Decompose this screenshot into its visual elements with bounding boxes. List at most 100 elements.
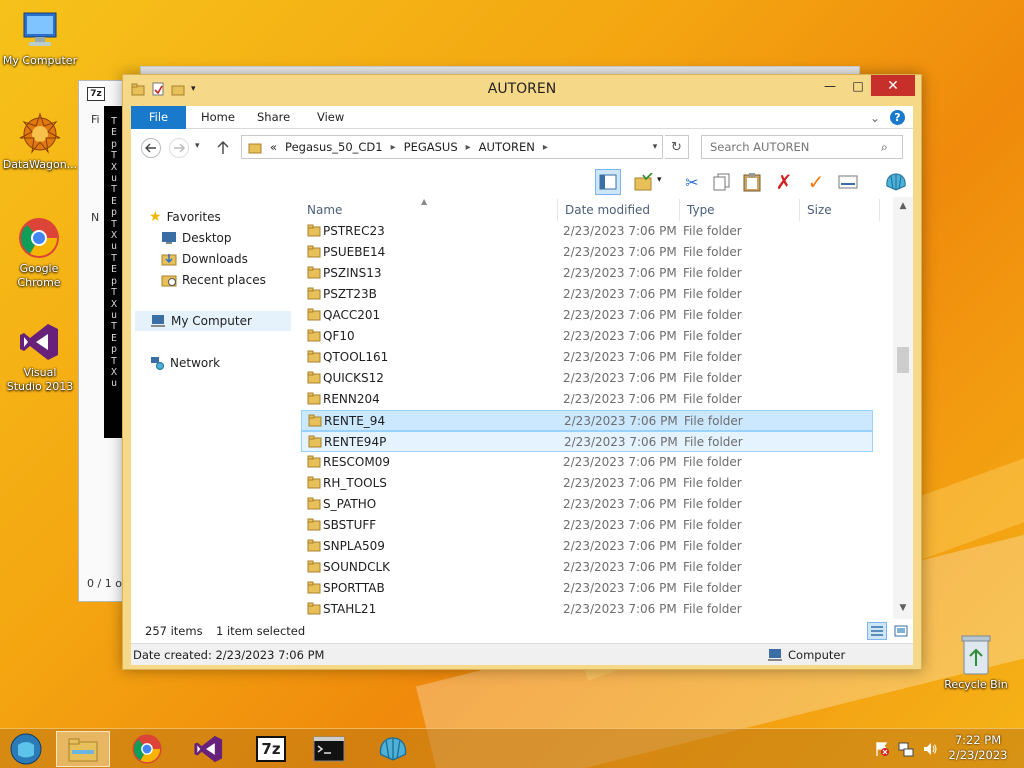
table-row[interactable]: SPORTTAB 2/23/2023 7:06 PM File folder (301, 578, 873, 599)
column-header-date[interactable]: Date modified (565, 203, 650, 217)
scroll-down-icon[interactable]: ▼ (893, 603, 913, 613)
nav-label: Downloads (182, 252, 248, 266)
help-icon[interactable]: ? (890, 110, 905, 125)
cut-button[interactable]: ✂ (679, 169, 705, 195)
taskbar-visual-studio[interactable] (182, 731, 236, 767)
scrollbar-thumb[interactable] (897, 347, 909, 373)
scroll-up-icon[interactable]: ▲ (893, 201, 913, 211)
column-divider[interactable] (879, 199, 880, 221)
close-button[interactable]: ✕ (871, 75, 915, 96)
table-row[interactable]: RENN204 2/23/2023 7:06 PM File folder (301, 389, 873, 410)
breadcrumb-item[interactable]: Pegasus_50_CD1 (285, 140, 383, 154)
minimize-button[interactable]: — (817, 75, 843, 96)
paste-button[interactable] (739, 169, 765, 195)
nav-recent-places[interactable]: Recent places (161, 270, 266, 290)
column-divider[interactable] (557, 199, 558, 221)
column-divider[interactable] (799, 199, 800, 221)
table-row[interactable]: RH_TOOLS 2/23/2023 7:06 PM File folder (301, 473, 873, 494)
table-row[interactable]: QUICKS12 2/23/2023 7:06 PM File folder (301, 368, 873, 389)
scissors-icon: ✂ (685, 172, 699, 192)
action-center-flag-icon[interactable] (874, 741, 890, 757)
column-header-size[interactable]: Size (807, 203, 832, 217)
ribbon-expand-icon[interactable]: ⌄ (870, 111, 880, 125)
chevron-right-icon[interactable]: ▸ (466, 142, 471, 153)
tab-view[interactable]: View (305, 106, 356, 129)
status-bar: 257 items 1 item selected (131, 619, 913, 643)
explorer-window[interactable]: ▾ AUTOREN — □ ✕ File Home Share View ⌄ ?… (122, 74, 922, 670)
nav-network[interactable]: Network (149, 353, 220, 373)
desktop-icon-recycle-bin[interactable]: Recycle Bin (936, 632, 1016, 692)
nav-favorites[interactable]: ★ Favorites (149, 207, 221, 227)
file-type: File folder (683, 266, 742, 280)
table-row[interactable]: QF10 2/23/2023 7:06 PM File folder (301, 326, 873, 347)
desktop-icon-datawagon[interactable]: DataWagon... (0, 112, 80, 172)
breadcrumb-item[interactable]: PEGASUS (404, 140, 458, 154)
system-clock[interactable]: 7:22 PM 2/23/2023 (942, 733, 1014, 763)
start-button[interactable] (0, 731, 52, 767)
chevron-right-icon[interactable]: ▸ (391, 142, 396, 153)
address-input[interactable]: « Pegasus_50_CD1 ▸ PEGASUS ▸ AUTOREN ▸ (241, 135, 663, 159)
table-row[interactable]: S_PATHO 2/23/2023 7:06 PM File folder (301, 494, 873, 515)
nav-downloads[interactable]: Downloads (161, 249, 248, 269)
delete-button[interactable]: ✗ (771, 169, 797, 195)
column-header-name[interactable]: Name (307, 203, 342, 217)
taskbar-explorer[interactable] (56, 731, 110, 767)
desktop-icon-chrome[interactable]: Google Chrome (0, 216, 79, 290)
table-row[interactable]: QACC201 2/23/2023 7:06 PM File folder (301, 305, 873, 326)
maximize-button[interactable]: □ (845, 75, 871, 96)
desktop-icon-visual-studio[interactable]: Visual Studio 2013 (0, 320, 80, 394)
properties-button[interactable] (835, 169, 861, 195)
table-row[interactable]: PSTREC23 2/23/2023 7:06 PM File folder (301, 221, 873, 242)
shell-button[interactable] (883, 169, 909, 195)
background-console-window[interactable]: TEpTXuTEpTXuTEpTXuTEpTXu (104, 106, 124, 438)
table-row[interactable]: SOUNDCLK 2/23/2023 7:06 PM File folder (301, 557, 873, 578)
table-row[interactable]: STAHL21 2/23/2023 7:06 PM File folder (301, 599, 873, 620)
taskbar-7zip[interactable]: 7z (244, 731, 298, 767)
search-input[interactable] (701, 135, 903, 159)
forward-button[interactable] (169, 138, 189, 158)
tab-home[interactable]: Home (189, 106, 247, 129)
file-date-modified: 2/23/2023 7:06 PM (563, 476, 677, 490)
nav-desktop[interactable]: Desktop (161, 228, 232, 248)
back-button[interactable] (141, 138, 161, 158)
large-icons-view-button[interactable] (891, 622, 911, 640)
organize-dropdown-icon[interactable]: ▾ (657, 175, 662, 185)
column-divider[interactable] (679, 199, 680, 221)
tab-share[interactable]: Share (245, 106, 302, 129)
table-row[interactable]: SNPLA509 2/23/2023 7:06 PM File folder (301, 536, 873, 557)
file-list[interactable]: ▲ Name Date modified Type Size PSTREC23 2… (299, 197, 913, 619)
taskbar-console[interactable] (302, 731, 356, 767)
address-dropdown-icon[interactable]: ▾ (648, 135, 662, 159)
rename-button[interactable]: ✓ (803, 169, 829, 195)
up-arrow-icon[interactable] (217, 141, 229, 155)
search-icon[interactable]: ⌕ (881, 140, 888, 155)
table-row[interactable]: QTOOL161 2/23/2023 7:06 PM File folder (301, 347, 873, 368)
network-status-icon[interactable] (898, 741, 914, 757)
preview-pane-button[interactable] (595, 169, 621, 195)
vertical-scrollbar[interactable]: ▲ ▼ (893, 197, 913, 619)
chevron-right-icon[interactable]: ▸ (543, 142, 548, 153)
nav-my-computer[interactable]: My Computer (135, 311, 291, 331)
table-row[interactable]: RENTE94P 2/23/2023 7:06 PM File folder (301, 431, 873, 452)
breadcrumb-overflow[interactable]: « (270, 140, 277, 154)
tab-file[interactable]: File (131, 106, 186, 129)
taskbar-shell-app[interactable] (366, 731, 420, 767)
taskbar-chrome[interactable] (120, 731, 174, 767)
table-row[interactable]: RESCOM09 2/23/2023 7:06 PM File folder (301, 452, 873, 473)
table-row[interactable]: SBSTUFF 2/23/2023 7:06 PM File folder (301, 515, 873, 536)
table-row[interactable]: PSUEBE14 2/23/2023 7:06 PM File folder (301, 242, 873, 263)
file-name: SNPLA509 (323, 539, 385, 553)
recent-locations-icon[interactable]: ▾ (195, 141, 200, 151)
column-header-type[interactable]: Type (687, 203, 715, 217)
table-row[interactable]: PSZINS13 2/23/2023 7:06 PM File folder (301, 263, 873, 284)
table-row[interactable]: RENTE_94 2/23/2023 7:06 PM File folder (301, 410, 873, 431)
volume-icon[interactable] (922, 741, 938, 757)
refresh-button[interactable]: ↻ (665, 135, 689, 159)
table-row[interactable]: PSZT23B 2/23/2023 7:06 PM File folder (301, 284, 873, 305)
title-bar[interactable]: ▾ AUTOREN — □ ✕ (123, 75, 921, 105)
new-folder-button[interactable] (631, 169, 657, 195)
copy-button[interactable] (709, 169, 735, 195)
breadcrumb-item[interactable]: AUTOREN (479, 140, 535, 154)
desktop-icon-my-computer[interactable]: My Computer (0, 8, 80, 68)
details-view-button[interactable] (867, 622, 887, 640)
